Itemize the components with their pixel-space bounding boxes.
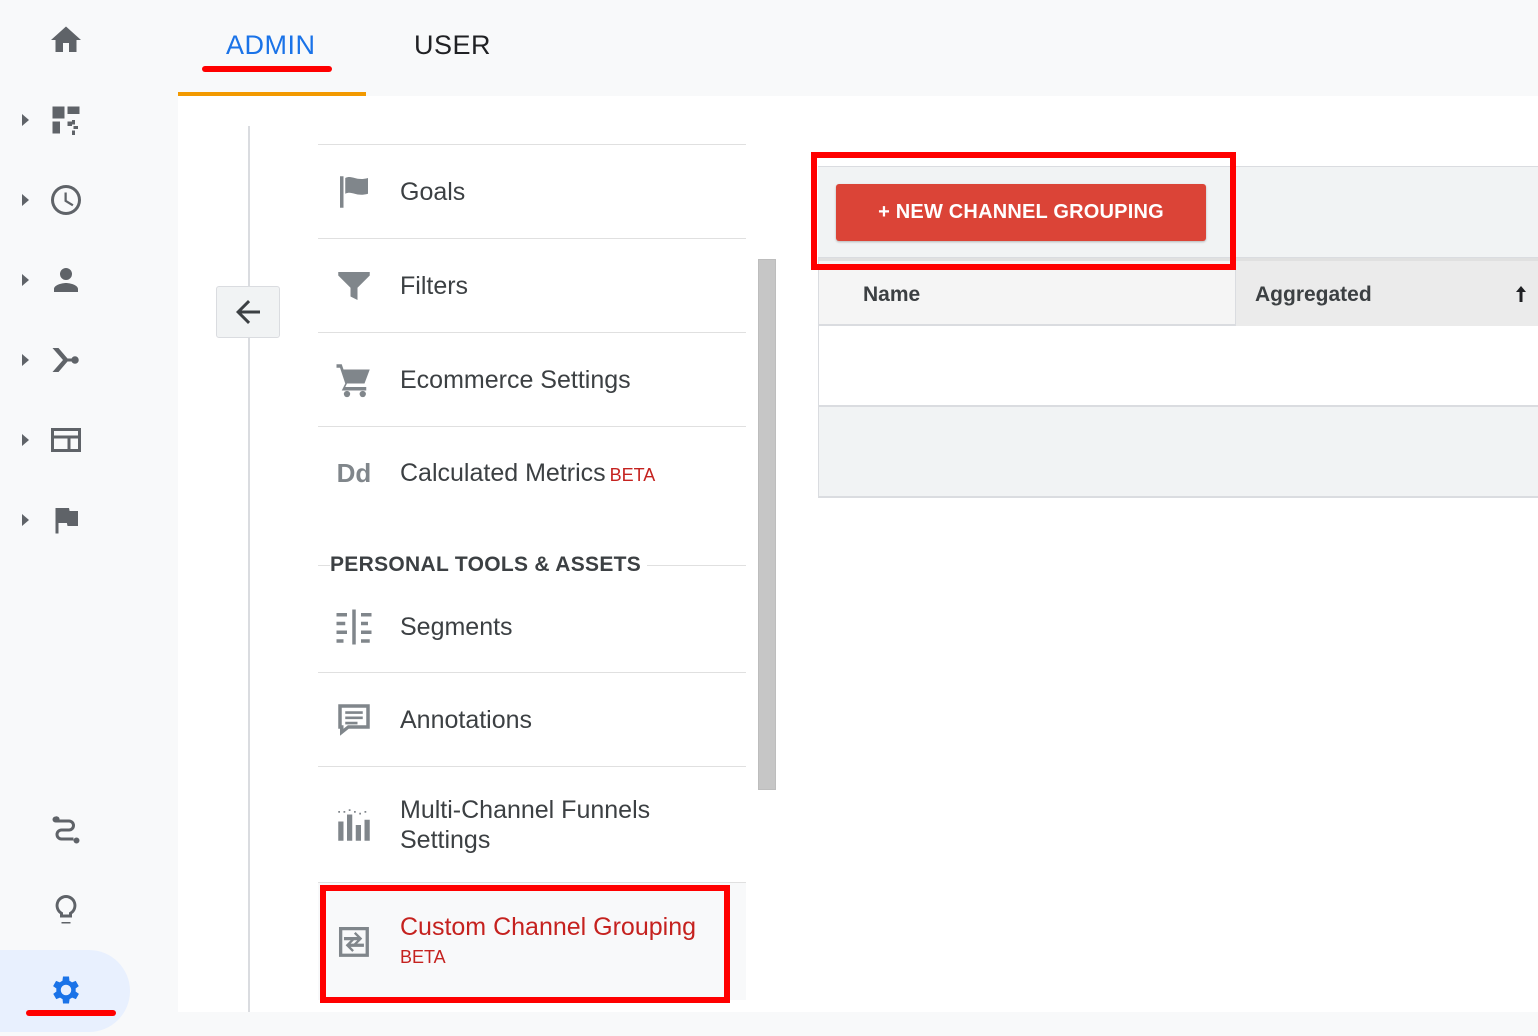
rail-item-behavior[interactable] (0, 410, 140, 470)
menu-item-goals[interactable]: Goals (318, 144, 746, 238)
behavior-icon (48, 422, 84, 458)
flag-icon (48, 502, 84, 538)
rail-item-audience[interactable] (0, 250, 140, 310)
menu-item-filters[interactable]: Filters (318, 238, 746, 332)
rail-item-realtime[interactable] (0, 170, 140, 230)
rail-item-discover[interactable] (0, 880, 140, 940)
menu-item-ecommerce-settings[interactable]: Ecommerce Settings (318, 332, 746, 426)
cart-icon (332, 358, 376, 402)
rail-item-home[interactable] (0, 10, 140, 70)
menu-scrollbar[interactable] (758, 259, 776, 790)
menu-item-label: Segments (400, 613, 513, 641)
rail-item-attribution[interactable] (0, 800, 140, 860)
menu-item-label: Goals (400, 177, 466, 206)
annotation-box-custom-channel-grouping (320, 885, 730, 1003)
funnels-label-line1: Multi-Channel Funnels (400, 795, 651, 824)
sort-ascending-icon[interactable] (1513, 285, 1529, 303)
calculated-metrics-label: Calculated Metrics (400, 458, 606, 487)
left-nav-rail (0, 0, 140, 1036)
expand-arrow-icon (22, 434, 29, 446)
tab-user[interactable]: USER (414, 30, 491, 61)
route-icon (48, 812, 84, 848)
lightbulb-icon (48, 892, 84, 928)
menu-item-label: Ecommerce Settings (400, 365, 631, 394)
table-footer (819, 407, 1538, 496)
column-divider (248, 126, 250, 1012)
back-button[interactable] (216, 286, 280, 338)
dd-glyph: Dd (336, 458, 372, 488)
acquisition-icon (48, 342, 84, 378)
expand-arrow-icon (22, 114, 29, 126)
segments-icon (332, 605, 376, 649)
annotations-icon (332, 698, 376, 742)
column-header-name[interactable]: Name (863, 283, 920, 307)
filter-icon (332, 264, 376, 308)
menu-item-label: Multi-Channel Funnels Settings (400, 795, 650, 855)
menu-item-segments[interactable]: Segments (318, 580, 746, 674)
annotation-underline-admin-tab (202, 66, 332, 72)
expand-arrow-icon (22, 194, 29, 206)
arrow-left-icon (236, 300, 260, 324)
channel-grouping-table: Name Aggregated (818, 258, 1538, 498)
tab-admin[interactable]: ADMIN (226, 30, 316, 61)
table-row (819, 326, 1538, 407)
home-icon (48, 22, 84, 58)
section-heading-personal-tools: PERSONAL TOOLS & ASSETS (330, 553, 648, 577)
menu-item-label: Filters (400, 271, 469, 300)
expand-arrow-icon (22, 274, 29, 286)
expand-arrow-icon (22, 354, 29, 366)
rail-item-acquisition[interactable] (0, 330, 140, 390)
flag-icon (332, 170, 376, 214)
menu-item-multi-channel-funnels[interactable]: Multi-Channel Funnels Settings (318, 766, 746, 882)
funnels-label-line2: Settings (400, 825, 491, 854)
menu-item-label: Calculated Metrics BETA (400, 458, 655, 490)
column-header-aggregated[interactable]: Aggregated (1255, 283, 1372, 307)
rail-item-customization[interactable] (0, 90, 140, 150)
annotation-underline-admin-gear (26, 1010, 116, 1016)
gear-icon (48, 972, 84, 1008)
menu-item-label: Annotations (400, 705, 533, 734)
clock-icon (48, 182, 84, 218)
rail-item-conversions[interactable] (0, 490, 140, 550)
expand-arrow-icon (22, 514, 29, 526)
dd-icon: Dd (332, 452, 376, 496)
annotation-box-new-button (811, 152, 1236, 270)
menu-item-annotations[interactable]: Annotations (318, 672, 746, 766)
menu-item-calculated-metrics[interactable]: Dd Calculated Metrics BETA (318, 426, 746, 520)
funnels-icon (332, 803, 376, 847)
beta-badge: BETA (609, 464, 656, 485)
person-icon (48, 262, 84, 298)
dashboard-add-icon (48, 102, 84, 138)
